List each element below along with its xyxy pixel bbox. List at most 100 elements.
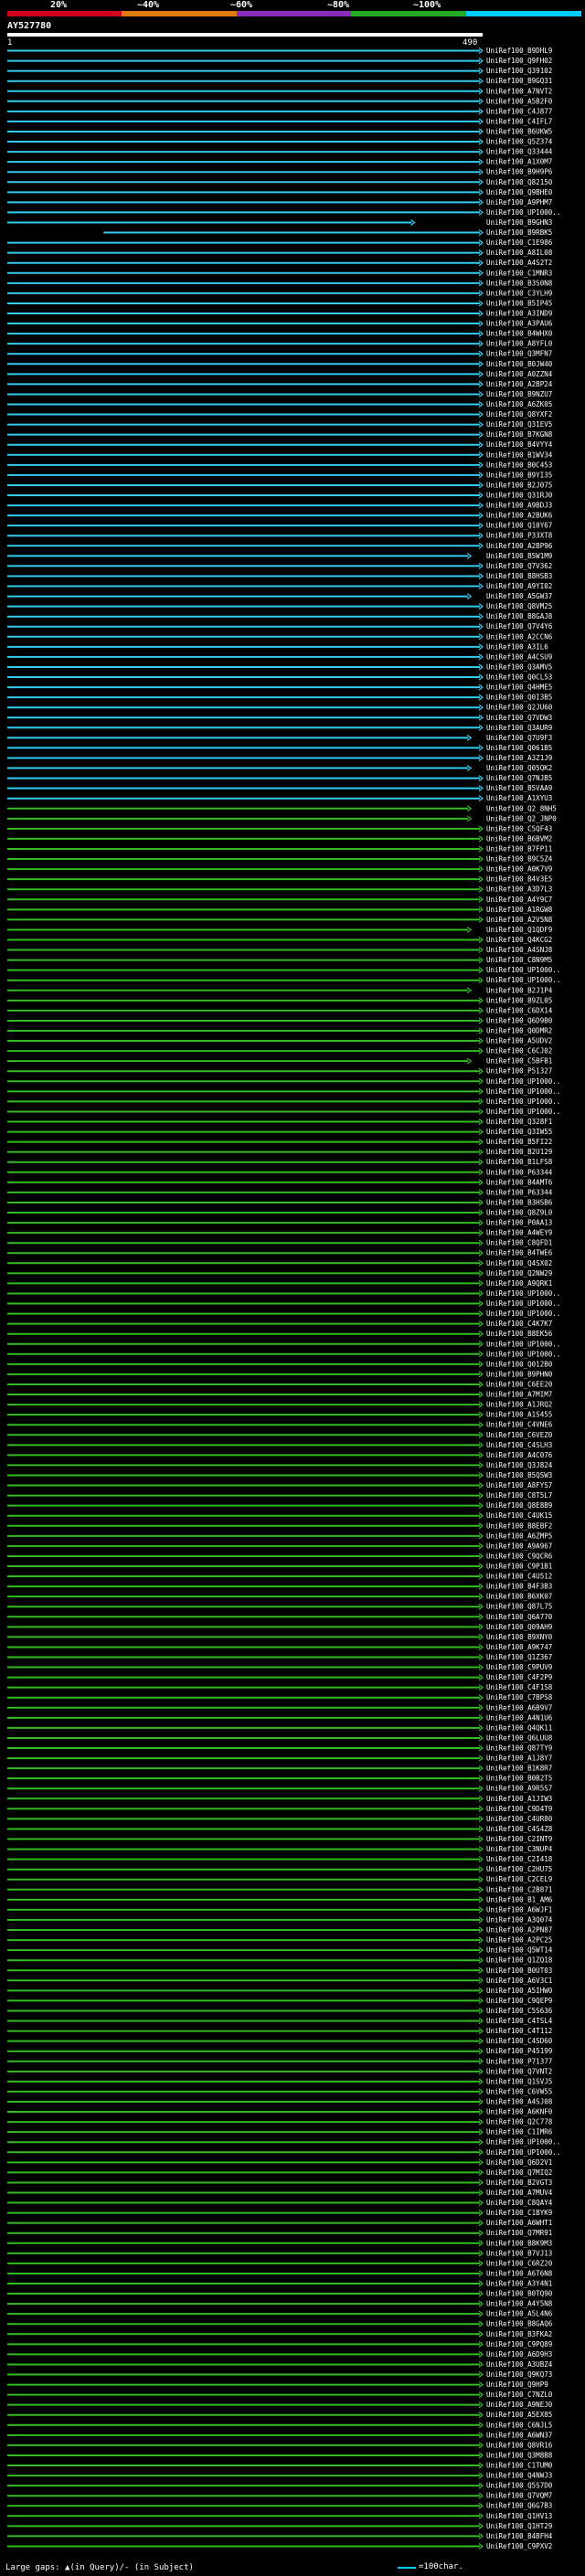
hit-row[interactable]: UniRef100_C6VW55 [7,2087,552,2095]
hit-row[interactable]: UniRef100_B9ZL05 [7,996,552,1004]
hit-label[interactable]: UniRef100_B2VGT3 [486,2178,552,2187]
hit-label[interactable]: UniRef100_Q3AUR9 [486,724,552,732]
hit-label[interactable]: UniRef100_Q4NWJ3 [486,2472,552,2480]
hit-label[interactable]: UniRef100_A9NEJ0 [486,2401,553,2409]
hit-label[interactable]: UniRef100_P63344 [486,1168,553,1176]
hit-label[interactable]: UniRef100_B4V3E5 [486,875,552,884]
hit-label[interactable]: UniRef100_B6XK07 [486,1593,552,1601]
hit-label[interactable]: UniRef100_B8GAJ8 [486,612,553,620]
hit-label[interactable]: UniRef100_B6UKW5 [486,127,552,135]
hit-label[interactable]: UniRef100_UP1000.. [486,976,560,984]
hit-label[interactable]: UniRef100_B8GAQ6 [486,2320,553,2328]
hit-label[interactable]: UniRef100_A1XYU3 [486,794,552,802]
hit-row[interactable]: UniRef100_A6WHT1 [7,2219,552,2227]
hit-row[interactable]: UniRef100_A6B9V7 [7,1703,552,1712]
hit-label[interactable]: UniRef100_A3PAU6 [486,320,553,328]
hit-row[interactable]: UniRef100_C4UR80 [7,1815,553,1823]
hit-row[interactable]: UniRef100_A3Z1J9 [7,754,552,762]
hit-label[interactable]: UniRef100_B9NZU7 [486,390,552,398]
hit-row[interactable]: UniRef100_C5BFB1 [7,1057,552,1065]
hit-label[interactable]: UniRef100_A0ZZN4 [486,370,553,378]
hit-label[interactable]: UniRef100_A9K747 [486,1643,552,1651]
hit-row[interactable]: UniRef100_Q31EV5 [7,420,552,429]
hit-row[interactable]: UniRef100_C1E986 [7,239,553,247]
hit-row[interactable]: UniRef100_UP1000.. [7,1340,560,1348]
hit-row[interactable]: UniRef100_A9BDJ3 [7,502,552,510]
hit-label[interactable]: UniRef100_Q012B0 [486,1360,553,1368]
hit-label[interactable]: UniRef100_C9PXV2 [486,2542,552,2550]
hit-row[interactable]: UniRef100_Q39102 [7,67,552,75]
hit-label[interactable]: UniRef100_A6B9V7 [486,1703,552,1712]
hit-row[interactable]: UniRef100_B2U129 [7,1148,552,1156]
hit-row[interactable]: UniRef100_A9K747 [7,1643,552,1651]
hit-label[interactable]: UniRef100_C8QFD1 [486,1239,552,1247]
hit-label[interactable]: UniRef100_A5L4N6 [486,2310,553,2318]
hit-row[interactable]: UniRef100_Q7NJB5 [7,774,552,782]
hit-row[interactable]: UniRef100_Q33444 [7,148,553,156]
hit-label[interactable]: UniRef100_C4IFL7 [486,117,552,125]
hit-row[interactable]: UniRef100_C4VNE6 [7,1421,553,1429]
hit-label[interactable]: UniRef100_B1_AM6 [486,1895,553,1903]
hit-row[interactable]: UniRef100_C6EE20 [7,1380,553,1388]
hit-label[interactable]: UniRef100_A3Z1J9 [486,754,552,762]
hit-row[interactable]: UniRef100_C1TUM0 [7,2462,553,2470]
hit-label[interactable]: UniRef100_B0C453 [486,461,552,469]
hit-row[interactable]: UniRef100_Q4NWJ3 [7,2472,552,2480]
hit-row[interactable]: UniRef100_Q2JU60 [7,704,553,712]
hit-row[interactable]: UniRef100_C3NUP4 [7,1845,553,1853]
hit-row[interactable]: UniRef100_A4C076 [7,1451,553,1459]
hit-row[interactable]: UniRef100_B5W1M9 [7,552,552,560]
hit-row[interactable]: UniRef100_C6DX14 [7,1006,553,1014]
hit-label[interactable]: UniRef100_C6CJ02 [486,1047,552,1055]
hit-row[interactable]: UniRef100_A4SNJ8 [7,946,553,954]
hit-label[interactable]: UniRef100_Q8VM25 [486,602,552,610]
hit-row[interactable]: UniRef100_A3Q074 [7,1915,553,1924]
hit-label[interactable]: UniRef100_Q87L75 [486,1603,552,1611]
hit-row[interactable]: UniRef100_C5QF43 [7,824,552,832]
hit-row[interactable]: UniRef100_A3IL6 [7,642,548,651]
hit-label[interactable]: UniRef100_A6WJF1 [486,1905,552,1913]
hit-label[interactable]: UniRef100_B1WV34 [486,451,553,459]
hit-row[interactable]: UniRef100_B4F3B3 [7,1583,552,1591]
hit-label[interactable]: UniRef100_Q4QK11 [486,1723,552,1732]
hit-label[interactable]: UniRef100_Q4SX02 [486,1259,552,1267]
hit-row[interactable]: UniRef100_C4T112 [7,2027,552,2035]
hit-row[interactable]: UniRef100_B9DHL9 [7,47,552,55]
hit-label[interactable]: UniRef100_B4AMT6 [486,1178,553,1186]
hit-label[interactable]: UniRef100_UP1000.. [486,1108,560,1116]
hit-label[interactable]: UniRef100_A2CCN6 [486,632,553,641]
hit-row[interactable]: UniRef100_A1RGW8 [7,906,553,914]
hit-label[interactable]: UniRef100_Q6D2V1 [486,2158,552,2167]
hit-row[interactable]: UniRef100_Q2_8NH5 [7,804,557,812]
hit-row[interactable]: UniRef100_Q6G7B3 [7,2502,552,2510]
hit-row[interactable]: UniRef100_C2I418 [7,1855,553,1863]
hit-label[interactable]: UniRef100_B8K9M3 [486,2239,552,2247]
hit-row[interactable]: UniRef100_C7BPS8 [7,1693,553,1701]
hit-row[interactable]: UniRef100_B3FKA2 [7,2330,552,2338]
hit-row[interactable]: UniRef100_A6ZMP5 [7,1532,552,1540]
hit-row[interactable]: UniRef100_A5L4N6 [7,2310,553,2318]
hit-row[interactable]: UniRef100_Q012B0 [7,1360,553,1368]
hit-label[interactable]: UniRef100_B0TQ90 [486,2290,553,2298]
hit-label[interactable]: UniRef100_B9GQ31 [486,77,552,85]
hit-row[interactable]: UniRef100_B9XNY0 [7,1633,553,1641]
hit-row[interactable]: UniRef100_C9QCR6 [7,1552,553,1560]
hit-row[interactable]: UniRef100_Q2C778 [7,2118,553,2126]
hit-row[interactable]: UniRef100_B7FP11 [7,844,552,853]
hit-row[interactable]: UniRef100_C4J877 [7,107,552,115]
hit-label[interactable]: UniRef100_Q87TY9 [486,1744,552,1753]
hit-row[interactable]: UniRef100_B0TQ90 [7,2290,553,2298]
hit-label[interactable]: UniRef100_C8QAY4 [486,2199,553,2207]
hit-label[interactable]: UniRef100_B9H9P6 [486,168,553,176]
hit-label[interactable]: UniRef100_UP1000.. [486,1087,560,1096]
hit-row[interactable]: UniRef100_UP1000.. [7,976,560,984]
hit-label[interactable]: UniRef100_B7FP11 [486,844,552,853]
hit-row[interactable]: UniRef100_A9A967 [7,1542,552,1550]
hit-row[interactable]: UniRef100_Q05QK2 [7,764,552,772]
hit-label[interactable]: UniRef100_Q1QDF9 [486,926,552,934]
hit-row[interactable]: UniRef100_P63344 [7,1188,553,1196]
hit-label[interactable]: UniRef100_C2CEL9 [486,1875,552,1883]
hit-label[interactable]: UniRef100_A1X0M7 [486,158,552,166]
hit-label[interactable]: UniRef100_A1S455 [486,1411,552,1419]
hit-label[interactable]: UniRef100_B5FI22 [486,1138,552,1146]
